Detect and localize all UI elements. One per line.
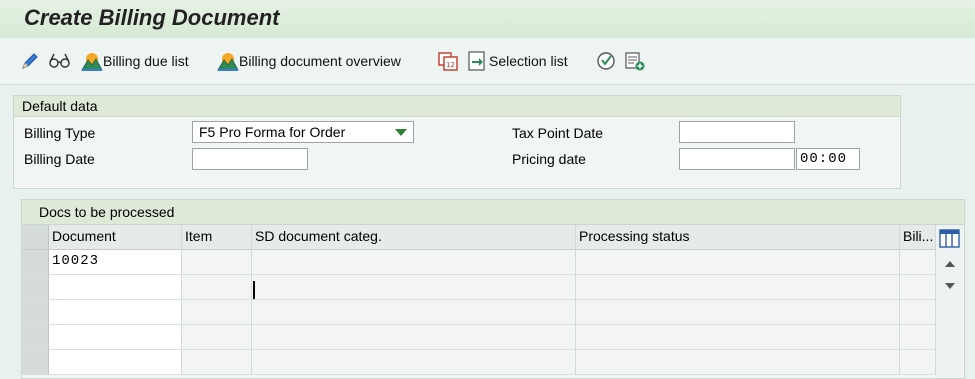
billing-due-list-label: Billing due list (103, 53, 189, 69)
docs-panel-header: Docs to be processed (22, 200, 964, 225)
application-toolbar: Billing due list Billing document overvi… (0, 38, 975, 85)
row-selector[interactable] (22, 250, 49, 275)
table-cell[interactable] (576, 325, 900, 350)
display-button[interactable] (48, 51, 72, 71)
pricing-date-label: Pricing date (512, 151, 586, 167)
table-cell[interactable] (182, 325, 252, 350)
row-selector[interactable] (22, 325, 49, 350)
vertical-scrollbar[interactable] (936, 225, 963, 377)
selection-list-button[interactable]: Selection list (467, 51, 568, 71)
table-cell[interactable] (900, 275, 936, 300)
pencil-icon (22, 53, 38, 69)
add-document-icon (625, 52, 645, 71)
select-all-cell[interactable] (22, 225, 49, 250)
billing-type-dropdown[interactable]: F5 Pro Forma for Order (192, 121, 414, 143)
billing-document-overview-button[interactable]: Billing document overview (217, 51, 401, 71)
default-data-group: Default data Billing Type F5 Pro Forma f… (13, 95, 901, 189)
add-document-button[interactable] (624, 51, 646, 71)
table-cell[interactable] (252, 325, 576, 350)
execute-button[interactable] (596, 51, 616, 71)
table-cell[interactable] (900, 300, 936, 325)
table-cell[interactable] (252, 250, 576, 275)
billing-due-list-button[interactable]: Billing due list (81, 51, 189, 71)
table-cell[interactable] (900, 350, 936, 375)
scroll-down-icon[interactable] (944, 282, 956, 290)
billing-document-overview-label: Billing document overview (239, 53, 401, 69)
row-selector[interactable] (22, 275, 49, 300)
table-cell[interactable] (576, 350, 900, 375)
glasses-icon (49, 53, 70, 68)
row-selector[interactable] (22, 350, 49, 375)
chevron-down-icon[interactable] (395, 129, 407, 136)
column-header[interactable]: Item (182, 225, 252, 250)
pricing-time-field[interactable]: 00:00 (796, 148, 860, 170)
table-cell[interactable] (900, 250, 936, 275)
billing-type-value: F5 Pro Forma for Order (199, 124, 346, 140)
docs-to-be-processed-panel: Docs to be processed Document Item SD docu… (21, 199, 965, 379)
calendar-button[interactable]: 12 (437, 51, 459, 71)
table-cell[interactable] (182, 300, 252, 325)
billing-type-label: Billing Type (24, 125, 96, 141)
text-cursor (253, 281, 255, 299)
svg-text:12: 12 (446, 61, 455, 69)
pricing-date-field[interactable] (679, 148, 795, 170)
table-cell[interactable] (49, 350, 182, 375)
table-cell[interactable] (182, 350, 252, 375)
mountain-icon (217, 53, 239, 71)
selection-list-label: Selection list (489, 53, 568, 69)
execute-icon (597, 52, 615, 70)
tax-point-date-label: Tax Point Date (512, 125, 604, 141)
row-selector[interactable] (22, 300, 49, 325)
table-cell[interactable] (252, 275, 576, 300)
table-cell[interactable] (182, 250, 252, 275)
table-cell[interactable] (576, 275, 900, 300)
default-data-header: Default data (14, 96, 900, 117)
table-cell[interactable] (49, 300, 182, 325)
calendar-icon: 12 (438, 52, 458, 71)
table-cell[interactable] (576, 300, 900, 325)
billing-date-label: Billing Date (24, 151, 95, 167)
scroll-up-icon[interactable] (944, 260, 956, 268)
table-cell[interactable] (252, 350, 576, 375)
table-cell[interactable] (252, 300, 576, 325)
table-cell[interactable] (49, 325, 182, 350)
default-data-title: Default data (22, 98, 98, 114)
billing-date-field[interactable] (192, 148, 308, 170)
edit-button[interactable] (20, 51, 40, 71)
tax-point-date-field[interactable] (679, 121, 795, 143)
title-bar: Create Billing Document (0, 0, 975, 38)
table-cell[interactable] (900, 325, 936, 350)
column-settings-icon[interactable] (939, 229, 961, 249)
table-cell[interactable] (576, 250, 900, 275)
table-cell[interactable]: 10023 (49, 250, 182, 275)
page-title: Create Billing Document (24, 5, 280, 30)
table-cell[interactable] (182, 275, 252, 300)
mountain-icon (81, 53, 103, 71)
document-arrow-icon (468, 51, 485, 71)
table-cell[interactable] (49, 275, 182, 300)
column-header[interactable]: Bili... (900, 225, 936, 250)
docs-panel-title: Docs to be processed (39, 204, 175, 220)
column-header[interactable]: Document (49, 225, 182, 250)
column-header[interactable]: SD document categ. (252, 225, 576, 250)
column-header[interactable]: Processing status (576, 225, 900, 250)
